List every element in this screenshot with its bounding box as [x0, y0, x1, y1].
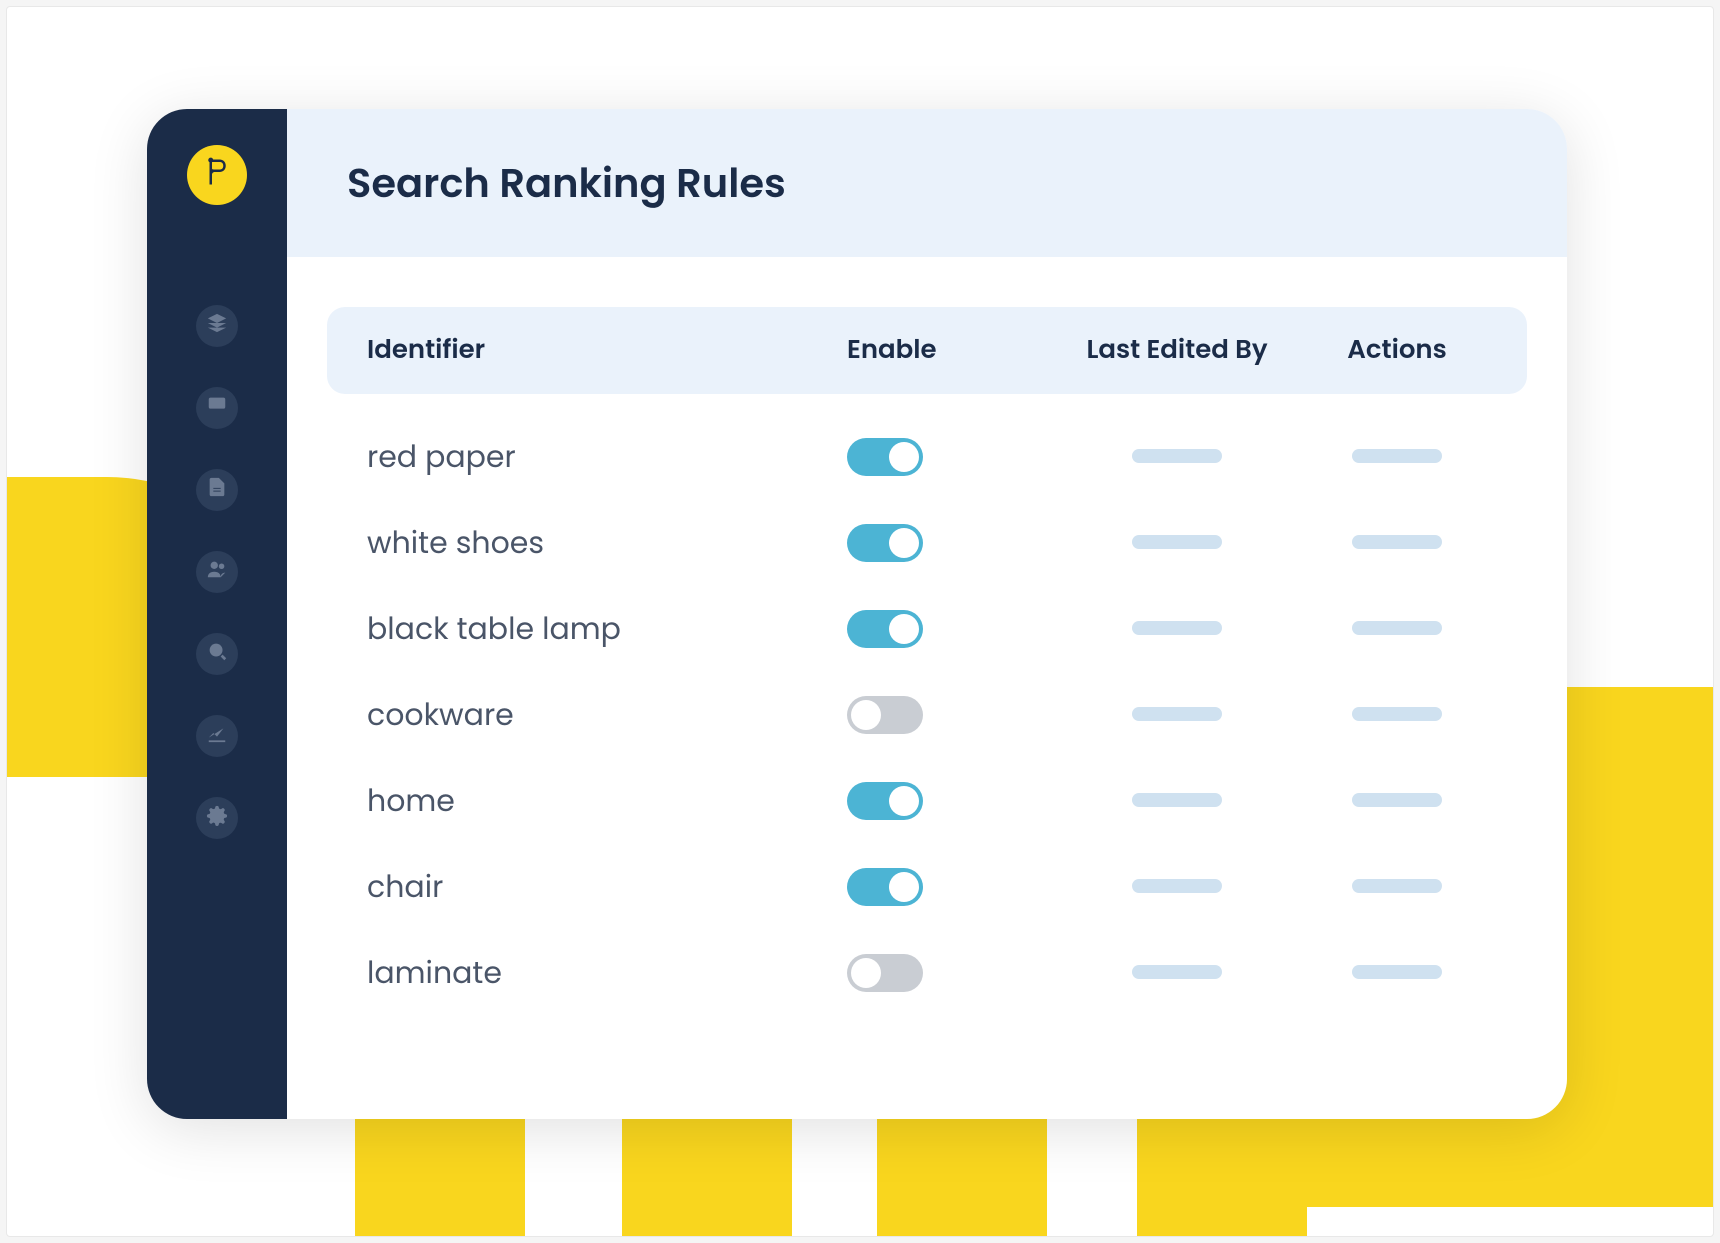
enable-cell: [847, 438, 1047, 476]
enable-toggle[interactable]: [847, 696, 923, 734]
column-header-actions: Actions: [1307, 331, 1487, 370]
layers-icon: [206, 312, 228, 341]
last-edited-cell: [1047, 961, 1307, 986]
enable-cell: [847, 610, 1047, 648]
placeholder-pill: [1132, 879, 1222, 893]
table-container: Identifier Enable Last Edited By Actions…: [287, 257, 1567, 1016]
column-header-last-edited: Last Edited By: [1047, 331, 1307, 370]
sidebar-item-analytics[interactable]: [196, 715, 238, 757]
table-row: cookware: [367, 672, 1487, 758]
logo-icon: [202, 157, 232, 194]
last-edited-cell: [1047, 703, 1307, 728]
enable-toggle[interactable]: [847, 610, 923, 648]
analytics-icon: [206, 722, 228, 751]
actions-cell: [1307, 789, 1487, 814]
toggle-knob: [889, 528, 919, 558]
placeholder-pill: [1132, 793, 1222, 807]
search-icon: [206, 640, 228, 669]
sidebar-item-settings[interactable]: [196, 797, 238, 839]
enable-toggle[interactable]: [847, 438, 923, 476]
table-body: red paper white shoes black table lamp cook…: [327, 394, 1527, 1016]
column-header-enable: Enable: [847, 331, 1047, 370]
enable-toggle[interactable]: [847, 868, 923, 906]
enable-cell: [847, 696, 1047, 734]
placeholder-pill: [1132, 621, 1222, 635]
placeholder-pill: [1352, 535, 1442, 549]
placeholder-pill: [1352, 621, 1442, 635]
enable-cell: [847, 868, 1047, 906]
placeholder-pill: [1352, 707, 1442, 721]
enable-cell: [847, 524, 1047, 562]
placeholder-pill: [1132, 535, 1222, 549]
sidebar-item-monitor[interactable]: [196, 387, 238, 429]
document-icon: [206, 476, 228, 505]
enable-cell: [847, 782, 1047, 820]
placeholder-pill: [1132, 707, 1222, 721]
identifier-cell: home: [367, 778, 847, 824]
actions-cell: [1307, 961, 1487, 986]
logo[interactable]: [187, 145, 247, 205]
enable-toggle[interactable]: [847, 524, 923, 562]
toggle-knob: [889, 872, 919, 902]
actions-cell: [1307, 703, 1487, 728]
table-row: white shoes: [367, 500, 1487, 586]
enable-toggle[interactable]: [847, 954, 923, 992]
sidebar-item-document[interactable]: [196, 469, 238, 511]
actions-cell: [1307, 531, 1487, 556]
actions-cell: [1307, 875, 1487, 900]
enable-cell: [847, 954, 1047, 992]
sidebar-item-users[interactable]: [196, 551, 238, 593]
placeholder-pill: [1352, 965, 1442, 979]
placeholder-pill: [1132, 965, 1222, 979]
enable-toggle[interactable]: [847, 782, 923, 820]
app-window: Search Ranking Rules Identifier Enable L…: [147, 109, 1567, 1119]
table-row: laminate: [367, 930, 1487, 1016]
placeholder-pill: [1132, 449, 1222, 463]
outer-frame: Search Ranking Rules Identifier Enable L…: [6, 6, 1714, 1237]
sidebar-item-layers[interactable]: [196, 305, 238, 347]
sidebar: [147, 109, 287, 1119]
actions-cell: [1307, 617, 1487, 642]
main-content: Search Ranking Rules Identifier Enable L…: [287, 109, 1567, 1119]
placeholder-pill: [1352, 879, 1442, 893]
placeholder-pill: [1352, 793, 1442, 807]
table-row: home: [367, 758, 1487, 844]
gear-icon: [206, 804, 228, 833]
page-header: Search Ranking Rules: [287, 109, 1567, 257]
identifier-cell: red paper: [367, 434, 847, 480]
column-header-identifier: Identifier: [367, 331, 847, 370]
table-row: chair: [367, 844, 1487, 930]
users-icon: [206, 558, 228, 587]
last-edited-cell: [1047, 875, 1307, 900]
table-row: black table lamp: [367, 586, 1487, 672]
sidebar-item-search[interactable]: [196, 633, 238, 675]
toggle-knob: [889, 614, 919, 644]
toggle-knob: [851, 958, 881, 988]
toggle-knob: [889, 442, 919, 472]
actions-cell: [1307, 445, 1487, 470]
last-edited-cell: [1047, 617, 1307, 642]
last-edited-cell: [1047, 789, 1307, 814]
last-edited-cell: [1047, 445, 1307, 470]
identifier-cell: cookware: [367, 692, 847, 738]
identifier-cell: black table lamp: [367, 606, 847, 652]
identifier-cell: chair: [367, 864, 847, 910]
placeholder-pill: [1352, 449, 1442, 463]
last-edited-cell: [1047, 531, 1307, 556]
identifier-cell: white shoes: [367, 520, 847, 566]
identifier-cell: laminate: [367, 950, 847, 996]
toggle-knob: [851, 700, 881, 730]
table-row: red paper: [367, 414, 1487, 500]
table-header-row: Identifier Enable Last Edited By Actions: [327, 307, 1527, 394]
toggle-knob: [889, 786, 919, 816]
monitor-icon: [206, 394, 228, 423]
page-title: Search Ranking Rules: [347, 153, 1507, 213]
